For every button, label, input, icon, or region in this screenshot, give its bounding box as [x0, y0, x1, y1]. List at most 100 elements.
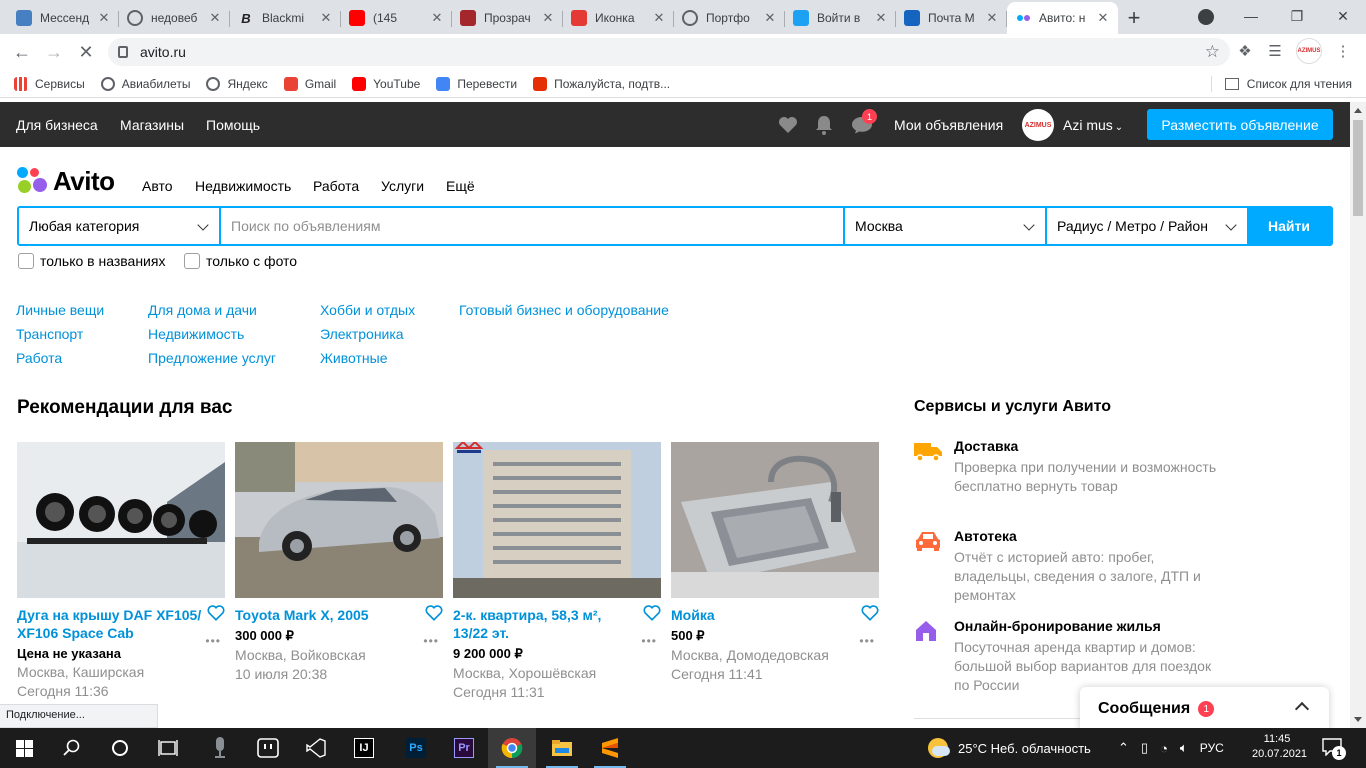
- restore-button[interactable]: ❐: [1274, 8, 1320, 25]
- nav-business-link[interactable]: Для бизнеса: [16, 117, 98, 133]
- show-hidden-icons-icon[interactable]: ⌃: [1118, 740, 1129, 756]
- radius-select[interactable]: Радиус / Метро / Район: [1047, 208, 1247, 244]
- service-delivery[interactable]: Доставка Проверка при получении и возмож…: [914, 438, 1216, 496]
- browser-tab[interactable]: Войти в ✕: [785, 2, 896, 34]
- city-select[interactable]: Москва: [845, 208, 1045, 244]
- favorite-heart-icon[interactable]: [425, 604, 443, 622]
- user-avatar[interactable]: AZIMUS: [1022, 109, 1054, 141]
- weather-widget[interactable]: 25°C Неб. облачность: [928, 738, 1091, 758]
- battery-icon[interactable]: ▯: [1141, 740, 1148, 756]
- close-tab-icon[interactable]: ✕: [763, 10, 777, 26]
- messages-panel[interactable]: Сообщения 1: [1080, 687, 1329, 728]
- category-link[interactable]: Электроника: [320, 326, 404, 342]
- new-tab-button[interactable]: +: [1118, 2, 1150, 34]
- browser-tab[interactable]: Иконка ✕: [563, 2, 674, 34]
- taskbar-app[interactable]: IJ: [340, 728, 388, 768]
- browser-tab[interactable]: Мессенд ✕: [8, 2, 119, 34]
- taskbar-app[interactable]: Ps: [392, 728, 440, 768]
- close-tab-icon[interactable]: ✕: [541, 10, 555, 26]
- nav-help-link[interactable]: Помощь: [206, 117, 260, 133]
- stop-loading-button[interactable]: ✕: [70, 38, 102, 66]
- browser-menu-icon[interactable]: ⋮: [1334, 42, 1352, 60]
- bookmark-star-icon[interactable]: ☆: [1205, 42, 1220, 62]
- scrollbar-thumb[interactable]: [1353, 120, 1363, 216]
- category-link[interactable]: Животные: [320, 350, 388, 366]
- close-tab-icon[interactable]: ✕: [985, 10, 999, 26]
- browser-tab[interactable]: Почта М ✕: [896, 2, 1007, 34]
- nav-auto[interactable]: Авто: [142, 178, 173, 194]
- category-link[interactable]: Для дома и дачи: [148, 302, 257, 318]
- listing-title[interactable]: Мойка: [671, 606, 856, 624]
- listing-title[interactable]: 2-к. квартира, 58,3 м², 13/22 эт.: [453, 606, 638, 642]
- checkbox-box[interactable]: [18, 253, 34, 269]
- volume-icon[interactable]: 🔈︎: [1180, 740, 1188, 756]
- category-link[interactable]: Транспорт: [16, 326, 83, 342]
- titles-only-checkbox[interactable]: только в названиях: [18, 253, 165, 269]
- search-button[interactable]: Найти: [1247, 208, 1331, 244]
- search-input[interactable]: Поиск по объявлениям: [221, 208, 843, 244]
- address-bar[interactable]: avito.ru ☆: [108, 38, 1230, 66]
- bookmark-item[interactable]: Сервисы: [14, 76, 85, 91]
- listing-card[interactable]: ••• 2-к. квартира, 58,3 м², 13/22 эт. 9 …: [453, 442, 661, 700]
- tab-search-icon[interactable]: [1198, 9, 1214, 25]
- url-text[interactable]: avito.ru: [140, 44, 1205, 60]
- task-view-button[interactable]: [144, 728, 192, 768]
- bookmark-item[interactable]: Пожалуйста, подтв...: [533, 76, 670, 91]
- listing-card[interactable]: ••• Мойка 500 ₽ Москва, Домодедовская Се…: [671, 442, 879, 682]
- checkbox-box[interactable]: [184, 253, 200, 269]
- start-button[interactable]: [0, 728, 48, 768]
- minimize-button[interactable]: —: [1228, 8, 1274, 24]
- nav-shops-link[interactable]: Магазины: [120, 117, 184, 133]
- language-indicator[interactable]: РУС: [1200, 741, 1224, 755]
- browser-tab[interactable]: недовеб ✕: [119, 2, 230, 34]
- my-ads-link[interactable]: Мои объявления: [894, 117, 1003, 133]
- bookmark-item[interactable]: Яндекс: [206, 76, 268, 91]
- category-link[interactable]: Личные вещи: [16, 302, 104, 318]
- favorite-heart-icon[interactable]: [207, 604, 225, 622]
- bookmark-item[interactable]: Перевести: [436, 76, 517, 91]
- clock[interactable]: 11:45 20.07.2021: [1252, 732, 1307, 762]
- nav-realty[interactable]: Недвижимость: [195, 178, 291, 194]
- bookmark-item[interactable]: Gmail: [283, 76, 336, 91]
- listing-title[interactable]: Дуга на крышу DAF XF105/ XF106 Space Cab: [17, 606, 202, 642]
- more-options-icon[interactable]: •••: [205, 634, 221, 648]
- close-tab-icon[interactable]: ✕: [208, 10, 222, 26]
- taskbar-chrome[interactable]: [488, 728, 536, 768]
- nav-jobs[interactable]: Работа: [313, 178, 359, 194]
- category-link[interactable]: Готовый бизнес и оборудование: [459, 302, 669, 318]
- browser-tab[interactable]: Авито: н ✕: [1007, 2, 1118, 34]
- cortana-button[interactable]: [96, 728, 144, 768]
- forward-button[interactable]: →: [38, 38, 70, 66]
- listing-photo[interactable]: [17, 442, 225, 598]
- avito-logo[interactable]: Avito: [17, 166, 115, 197]
- more-options-icon[interactable]: •••: [641, 634, 657, 648]
- browser-tab[interactable]: (145 ✕: [341, 2, 452, 34]
- service-title[interactable]: Доставка: [954, 438, 1214, 454]
- page-scrollbar[interactable]: [1350, 102, 1366, 728]
- listing-photo[interactable]: [235, 442, 443, 598]
- profile-avatar[interactable]: AZIMUS: [1296, 38, 1322, 64]
- post-ad-button[interactable]: Разместить объявление: [1147, 109, 1333, 140]
- wifi-icon[interactable]: ◔: [1160, 741, 1168, 756]
- browser-tab[interactable]: B Blackmi ✕: [230, 2, 341, 34]
- scroll-down-arrow[interactable]: [1354, 717, 1362, 722]
- listing-card[interactable]: ••• Дуга на крышу DAF XF105/ XF106 Space…: [17, 442, 225, 699]
- browser-tab[interactable]: Прозрач ✕: [452, 2, 563, 34]
- favorites-heart-icon[interactable]: [778, 116, 798, 134]
- bookmark-item[interactable]: Авиабилеты: [100, 76, 190, 91]
- taskbar-sublime[interactable]: [586, 728, 634, 768]
- bookmark-item[interactable]: YouTube: [352, 76, 420, 91]
- nav-services[interactable]: Услуги: [381, 178, 424, 194]
- reading-list-button[interactable]: Список для чтения: [1224, 77, 1352, 91]
- media-control-icon[interactable]: ☰: [1266, 42, 1284, 60]
- favorite-heart-icon[interactable]: [861, 604, 879, 622]
- close-tab-icon[interactable]: ✕: [430, 10, 444, 26]
- service-autoteka[interactable]: Автотека Отчёт с историей авто: пробег, …: [914, 528, 1214, 605]
- more-options-icon[interactable]: •••: [423, 634, 439, 648]
- category-link[interactable]: Хобби и отдых: [320, 302, 415, 318]
- listing-photo[interactable]: [453, 442, 661, 598]
- category-link[interactable]: Недвижимость: [148, 326, 244, 342]
- category-link[interactable]: Предложение услуг: [148, 350, 276, 366]
- close-tab-icon[interactable]: ✕: [97, 10, 111, 26]
- close-tab-icon[interactable]: ✕: [652, 10, 666, 26]
